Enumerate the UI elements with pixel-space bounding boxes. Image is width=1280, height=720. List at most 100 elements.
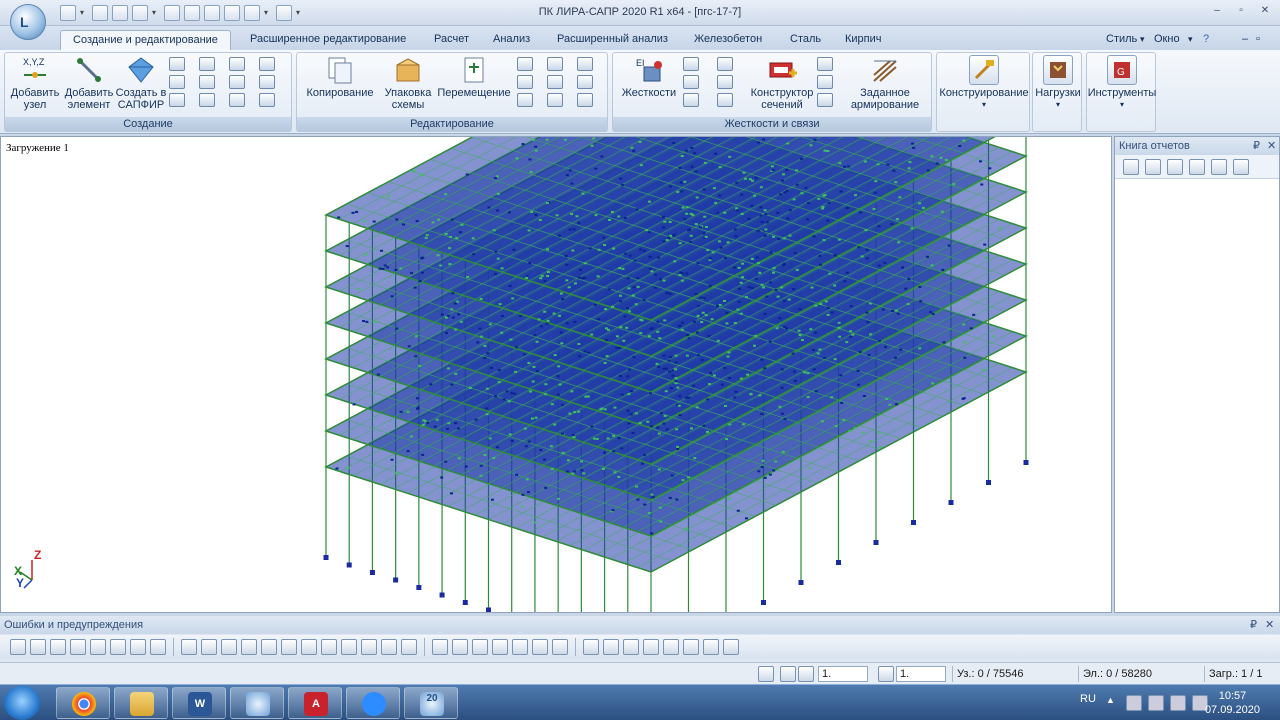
scissors-icon[interactable] (547, 57, 563, 71)
truss-icon[interactable] (259, 57, 275, 71)
taskbar-chrome[interactable] (56, 687, 110, 719)
tab-steel[interactable]: Сталь (778, 30, 833, 50)
language-indicator[interactable]: RU (1080, 693, 1096, 705)
move-button[interactable]: Перемещение (437, 55, 511, 99)
tab-analysis[interactable]: Анализ (481, 30, 542, 50)
yz-view-icon[interactable] (492, 639, 508, 655)
flag-icon[interactable] (381, 639, 397, 655)
fit-icon[interactable] (401, 639, 417, 655)
tab-extended-analysis[interactable]: Расширенный анализ (545, 30, 680, 50)
back-view-icon[interactable] (623, 639, 639, 655)
rectangle-icon[interactable] (259, 75, 275, 89)
xy-view-icon[interactable] (472, 639, 488, 655)
add-node-button[interactable]: X,Y,Z Добавить узел (9, 55, 61, 111)
bottom-view-icon[interactable] (683, 639, 699, 655)
design-button[interactable]: Конструирование ▾ (939, 55, 1029, 111)
pencil-icon[interactable] (878, 666, 894, 682)
list-icon[interactable] (259, 93, 275, 107)
iso-view-icon[interactable] (552, 639, 568, 655)
hinge-icon[interactable] (717, 57, 733, 71)
select-line-icon[interactable] (50, 639, 66, 655)
sheet-icon[interactable] (577, 75, 593, 89)
cube-view-icon[interactable] (583, 639, 599, 655)
move-node-icon[interactable] (199, 93, 215, 107)
help-button[interactable]: ? (1203, 30, 1209, 48)
axis-icon[interactable] (432, 639, 448, 655)
select-beam-icon[interactable] (90, 639, 106, 655)
stiffness-button[interactable]: EI Жесткости (619, 55, 679, 99)
select-window-icon[interactable] (150, 639, 166, 655)
persp-view-icon[interactable] (703, 639, 719, 655)
close-icon[interactable]: ✕ (1265, 616, 1274, 634)
model-viewport[interactable]: Загружение 1 (0, 136, 1112, 613)
pile-icon[interactable] (817, 93, 833, 107)
node-axis-icon[interactable] (199, 75, 215, 89)
structural-model[interactable] (1, 137, 1112, 613)
create-sapfir-button[interactable]: Создать в САПФИР (115, 55, 167, 111)
select-type-icon[interactable] (241, 639, 257, 655)
ribbon-restore-icon[interactable]: ▫ (1256, 30, 1260, 48)
triangle-up-icon[interactable] (758, 666, 774, 682)
triangle-up-icon[interactable] (780, 666, 796, 682)
support-icon[interactable] (683, 93, 699, 107)
select-grid-icon[interactable] (130, 639, 146, 655)
pin-icon[interactable]: ₽ (1253, 137, 1260, 155)
xz-view-icon[interactable] (452, 639, 468, 655)
side-view-icon[interactable] (643, 639, 659, 655)
brush-icon[interactable] (341, 639, 357, 655)
style-menu[interactable]: Стиль (1106, 30, 1137, 48)
front-view-icon[interactable] (603, 639, 619, 655)
grid-icon[interactable] (169, 57, 185, 71)
close-icon[interactable]: ✕ (1267, 137, 1276, 155)
select-node-icon[interactable] (10, 639, 26, 655)
taskbar-lira-2020[interactable]: 20 (404, 687, 458, 719)
select-column-icon[interactable] (70, 639, 86, 655)
copy-button[interactable]: Копирование (303, 55, 377, 99)
reinforcement-button[interactable]: Заданное армирование (845, 55, 925, 111)
pencil-icon[interactable] (361, 639, 377, 655)
chevron-down-icon[interactable]: ▾ (1140, 30, 1145, 48)
cut-icon[interactable] (1211, 158, 1227, 175)
flag-icon[interactable] (1148, 695, 1164, 711)
taskbar-zoom[interactable] (346, 687, 400, 719)
tab-extended-edit[interactable]: Расширенное редактирование (238, 30, 418, 50)
app-menu-button[interactable]: L (10, 4, 46, 40)
merge-icon[interactable] (577, 57, 593, 71)
close-button[interactable]: ✕ (1256, 4, 1274, 18)
frame-icon[interactable] (169, 75, 185, 89)
tab-brick[interactable]: Кирпич (833, 30, 894, 50)
add-element-button[interactable]: Добавить элемент (61, 55, 117, 111)
pack-button[interactable]: Упаковка схемы (379, 55, 437, 111)
select-element-icon[interactable] (30, 639, 46, 655)
start-button[interactable] (4, 686, 40, 720)
scale-field-2[interactable]: 1. (896, 666, 946, 682)
save-icon[interactable] (1189, 158, 1205, 175)
plane-view-icon[interactable] (512, 639, 528, 655)
mesh-icon[interactable] (229, 75, 245, 89)
window-menu[interactable]: Окно (1154, 30, 1180, 48)
zoom-icon[interactable] (301, 639, 317, 655)
renumber-icon[interactable] (577, 93, 593, 107)
select-floor-icon[interactable] (201, 639, 217, 655)
link-icon[interactable] (683, 75, 699, 89)
rigid-insert-icon[interactable] (683, 57, 699, 71)
volume-icon[interactable] (1170, 695, 1186, 711)
rotate-icon[interactable] (517, 57, 533, 71)
top-view-icon[interactable] (663, 639, 679, 655)
pin-icon[interactable]: ₽ (1250, 616, 1257, 634)
section-icon[interactable] (817, 57, 833, 71)
maximize-button[interactable]: ▫ (1232, 4, 1250, 18)
select-polygon-icon[interactable] (221, 639, 237, 655)
marker-icon[interactable] (321, 639, 337, 655)
page-icon[interactable] (1233, 158, 1249, 175)
tab-reinforced-concrete[interactable]: Железобетон (682, 30, 774, 50)
tools-button[interactable]: G Инструменты ▾ (1087, 55, 1157, 111)
select-plane-icon[interactable] (110, 639, 126, 655)
network-device-icon[interactable] (1126, 695, 1142, 711)
select-group-icon[interactable] (281, 639, 297, 655)
tripod-icon[interactable] (717, 93, 733, 107)
taskbar-autocad[interactable]: A (288, 687, 342, 719)
split-icon[interactable] (547, 75, 563, 89)
tray-expand-icon[interactable]: ▲ (1106, 695, 1115, 705)
refresh-icon[interactable] (1123, 158, 1139, 175)
